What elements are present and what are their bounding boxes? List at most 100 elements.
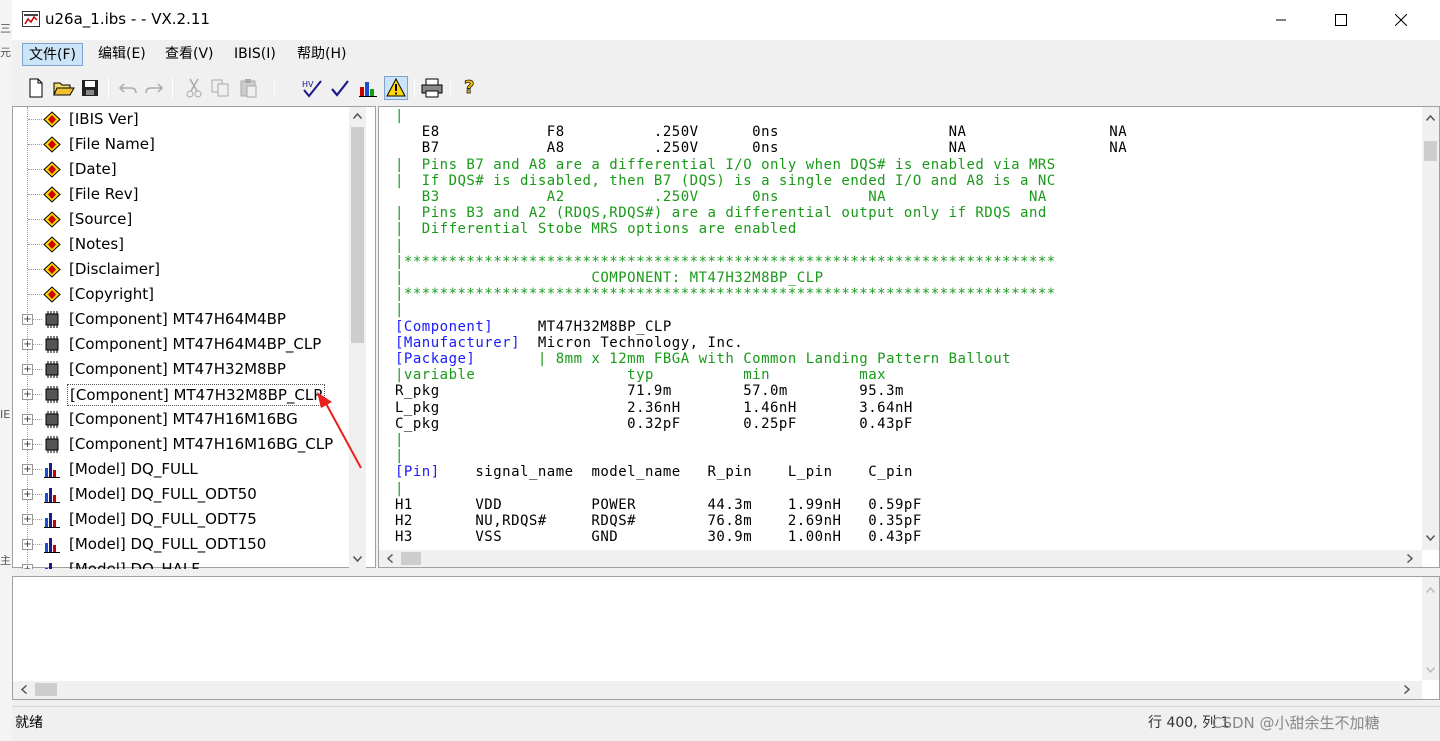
- tree-item[interactable]: + [Component] MT47H16M16BG: [13, 407, 349, 432]
- output-vertical-scrollbar[interactable]: [1422, 577, 1439, 680]
- tree-item-label: [Model] DQ_FULL_ODT150: [69, 535, 267, 553]
- chip-icon: [45, 336, 59, 353]
- scroll-up-icon[interactable]: [1422, 109, 1439, 126]
- tree-item[interactable]: [IBIS Ver]: [13, 107, 349, 132]
- tree-item[interactable]: + [Component] MT47H32M8BP_CLP: [13, 382, 349, 407]
- tree-item-label: [Component] MT47H32M8BP_CLP: [67, 384, 326, 406]
- editor-horizontal-scrollbar[interactable]: [379, 550, 1422, 567]
- menu-view[interactable]: 查看(V): [159, 43, 220, 66]
- chart-button[interactable]: [356, 76, 380, 100]
- cut-button[interactable]: [182, 76, 206, 100]
- warning-button[interactable]: [384, 76, 408, 100]
- output-horizontal-scrollbar[interactable]: [13, 681, 1422, 699]
- expand-plus-icon[interactable]: +: [22, 564, 33, 569]
- expand-plus-icon[interactable]: +: [22, 514, 33, 525]
- expand-plus-icon[interactable]: +: [22, 439, 33, 450]
- menu-help[interactable]: 帮助(H): [291, 43, 352, 66]
- check-syntax-button[interactable]: HV: [300, 76, 324, 100]
- help-button[interactable]: ?: [458, 76, 482, 100]
- tree-item[interactable]: + [Component] MT47H64M4BP_CLP: [13, 332, 349, 357]
- tree-item[interactable]: + [Component] MT47H64M4BP: [13, 307, 349, 332]
- close-icon: [1395, 14, 1407, 26]
- toolbar: HV ?: [12, 72, 1440, 104]
- redo-button[interactable]: [142, 76, 166, 100]
- tree-item[interactable]: [Notes]: [13, 232, 349, 257]
- tree-item-label: [IBIS Ver]: [69, 110, 139, 128]
- tree-item[interactable]: + [Component] MT47H16M16BG_CLP: [13, 432, 349, 457]
- code-line: [Component] MT47H32M8BP_CLP: [395, 319, 672, 335]
- keyword-diamond-icon: [43, 286, 61, 303]
- tree-item-label: [Disclaimer]: [69, 260, 161, 278]
- expand-plus-icon[interactable]: +: [22, 464, 33, 475]
- scroll-right-icon[interactable]: [1398, 681, 1415, 698]
- expand-plus-icon[interactable]: +: [22, 314, 33, 325]
- editor-hscroll-thumb[interactable]: [401, 552, 421, 565]
- open-button[interactable]: [52, 76, 76, 100]
- menu-file[interactable]: 文件(F): [22, 43, 83, 66]
- tree-item[interactable]: + [Model] DQ_FULL_ODT75: [13, 507, 349, 532]
- tree-item[interactable]: [Date]: [13, 157, 349, 182]
- scroll-right-icon[interactable]: [1401, 550, 1418, 567]
- chip-icon: [45, 411, 59, 428]
- tree-item[interactable]: [Source]: [13, 207, 349, 232]
- scroll-down-icon[interactable]: [1422, 661, 1439, 678]
- menu-edit[interactable]: 编辑(E): [92, 43, 152, 66]
- tree-scroll-thumb[interactable]: [351, 127, 364, 343]
- undo-button[interactable]: [116, 76, 140, 100]
- expand-plus-icon[interactable]: +: [22, 389, 33, 400]
- scroll-down-icon[interactable]: [1422, 529, 1439, 546]
- undo-icon: [118, 83, 137, 94]
- tree-item[interactable]: [File Name]: [13, 132, 349, 157]
- paste-button[interactable]: [236, 76, 260, 100]
- copy-button[interactable]: [208, 76, 232, 100]
- code-text-area[interactable]: | E8 F8 .250V 0ns NA NA B7 A8 .250V 0ns …: [379, 107, 1422, 550]
- print-button[interactable]: [420, 76, 444, 100]
- tree-item-label: [Source]: [69, 210, 133, 228]
- tree-item[interactable]: [Copyright]: [13, 282, 349, 307]
- check-icon: [331, 80, 349, 97]
- save-icon: [82, 80, 98, 96]
- scroll-up-icon[interactable]: [1422, 581, 1439, 598]
- svg-text:?: ?: [464, 77, 474, 98]
- tree-item[interactable]: + [Component] MT47H32M8BP: [13, 357, 349, 382]
- code-line: |***************************************…: [395, 253, 1056, 270]
- check-syntax-icon: HV: [302, 80, 322, 98]
- tree-vertical-scrollbar[interactable]: [349, 107, 366, 569]
- tree-item[interactable]: + [Model] DQ_FULL_ODT150: [13, 532, 349, 557]
- code-line: E8 F8 .250V 0ns NA NA: [395, 124, 1128, 141]
- tree-item[interactable]: + [Model] DQ_FULL: [13, 457, 349, 482]
- editor-scroll-thumb[interactable]: [1424, 141, 1437, 161]
- bar-chart-icon: [44, 538, 60, 553]
- scroll-left-icon[interactable]: [15, 681, 32, 698]
- scroll-down-icon[interactable]: [349, 550, 366, 567]
- code-line: | Pins B3 and A2 (RDQS,RDQS#) are a diff…: [395, 205, 1047, 222]
- expand-plus-icon[interactable]: +: [22, 364, 33, 375]
- save-button[interactable]: [78, 76, 102, 100]
- minimize-button[interactable]: [1252, 0, 1310, 40]
- check-button[interactable]: [328, 76, 352, 100]
- expand-plus-icon[interactable]: +: [22, 539, 33, 550]
- tree-item[interactable]: [File Rev]: [13, 182, 349, 207]
- tree-item[interactable]: [Disclaimer]: [13, 257, 349, 282]
- editor-vertical-scrollbar[interactable]: [1422, 107, 1439, 550]
- menu-ibis[interactable]: IBIS(I): [228, 43, 282, 66]
- new-file-button[interactable]: [24, 76, 48, 100]
- tree-item-label: [File Name]: [69, 135, 155, 153]
- code-line: | Pins B7 and A8 are a differential I/O …: [395, 156, 1056, 173]
- code-keyword: [Package]: [395, 351, 476, 367]
- keyword-diamond-icon: [43, 211, 61, 228]
- expand-plus-icon[interactable]: +: [22, 414, 33, 425]
- copy-icon: [211, 79, 229, 97]
- expand-plus-icon[interactable]: +: [22, 489, 33, 500]
- expand-plus-icon[interactable]: +: [22, 339, 33, 350]
- keyword-diamond-icon: [43, 186, 61, 203]
- output-hscroll-thumb[interactable]: [35, 683, 57, 696]
- tree-item[interactable]: + [Model] DQ_FULL_ODT50: [13, 482, 349, 507]
- close-button[interactable]: [1372, 0, 1430, 40]
- scroll-left-icon[interactable]: [381, 550, 398, 567]
- scroll-up-icon[interactable]: [349, 107, 366, 124]
- maximize-button[interactable]: [1312, 0, 1370, 40]
- chip-icon: [45, 311, 59, 328]
- tree-view[interactable]: [IBIS Ver] [File Name] [Date] [File Rev] [So…: [13, 107, 349, 569]
- tree-item[interactable]: + [Model] DQ_HALF: [13, 557, 349, 569]
